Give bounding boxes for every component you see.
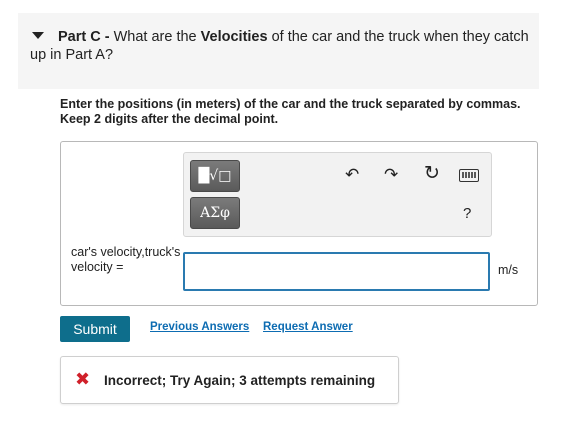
- request-answer-link[interactable]: Request Answer: [263, 321, 353, 333]
- collapse-triangle-icon[interactable]: [32, 32, 44, 39]
- answer-input[interactable]: [183, 252, 490, 291]
- greek-symbols-button[interactable]: ΑΣφ: [190, 197, 240, 229]
- redo-icon[interactable]: ↷: [384, 167, 398, 184]
- question-text-line-2: up in Part A?: [30, 47, 114, 63]
- feedback-message: Incorrect; Try Again; 3 attempts remaini…: [104, 373, 376, 388]
- question-text-bold: Velocities: [200, 29, 268, 45]
- templates-button[interactable]: █√□: [190, 160, 240, 192]
- submit-button[interactable]: Submit: [60, 316, 130, 342]
- help-icon[interactable]: ?: [463, 205, 471, 222]
- question-text-pre: What are the: [113, 29, 197, 45]
- part-title-line-1: Part C - What are the Velocities of the …: [32, 28, 529, 46]
- part-label: Part C -: [58, 29, 110, 45]
- reset-icon[interactable]: ↻: [424, 164, 440, 183]
- incorrect-icon: ✖: [75, 369, 91, 390]
- question-text-post: of the car and the truck when they catch: [271, 29, 529, 45]
- feedback-box: ✖ Incorrect; Try Again; 3 attempts remai…: [60, 356, 399, 404]
- answer-box: █√□ ΑΣφ ↶ ↷ ↻ ? car's velocity,truck's v…: [60, 141, 538, 306]
- answer-instructions: Enter the positions (in meters) of the c…: [60, 97, 521, 126]
- undo-icon[interactable]: ↶: [345, 167, 359, 184]
- previous-answers-link[interactable]: Previous Answers: [150, 321, 249, 333]
- unit-label: m/s: [498, 263, 519, 277]
- answer-label: car's velocity,truck's velocity =: [71, 245, 181, 274]
- math-toolbar: █√□ ΑΣφ ↶ ↷ ↻ ?: [183, 152, 492, 237]
- part-header: Part C - What are the Velocities of the …: [18, 13, 539, 89]
- keyboard-icon[interactable]: [459, 169, 479, 182]
